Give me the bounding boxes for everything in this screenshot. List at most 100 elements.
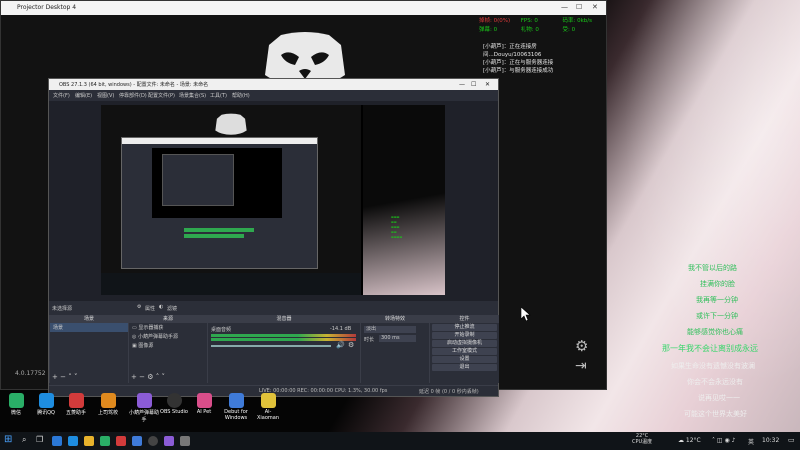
- speaker-icon[interactable]: 🔊: [336, 341, 345, 349]
- desktop-icon-wechat[interactable]: 微信: [4, 393, 28, 416]
- filter-icon[interactable]: ◐: [159, 304, 163, 310]
- transitions-dock-title: 转场特效: [361, 315, 429, 323]
- windows-start-icon[interactable]: ⊞: [4, 434, 12, 445]
- tray-icons[interactable]: ˄ ◫ ◉ ♪: [712, 437, 735, 444]
- filters-button[interactable]: 滤镜: [167, 305, 177, 312]
- task-view-icon[interactable]: ❐: [36, 435, 43, 444]
- properties-button[interactable]: 属性: [145, 305, 155, 312]
- duration-label: 时长: [364, 337, 375, 343]
- source-item[interactable]: ▭ 显示器捕获: [129, 323, 207, 332]
- exit-button[interactable]: 退出: [432, 364, 497, 371]
- exit-icon[interactable]: ⇥: [575, 358, 587, 374]
- remove-icon[interactable]: −: [139, 373, 145, 381]
- taskbar-app-icon[interactable]: [68, 436, 78, 446]
- desktop-icon-ai-pet[interactable]: AI Pet: [192, 393, 216, 415]
- cursor-icon: [521, 307, 531, 321]
- sources-dock: 来源 ▭ 显示器捕获 ◎ 小葫芦弹幕助手源 ▣ 图像源 + − ⚙ ˄ ˅: [128, 315, 207, 383]
- source-item[interactable]: ▣ 图像源: [129, 341, 207, 350]
- lyric-line: 或许下一分钟: [696, 312, 738, 320]
- minimize-icon[interactable]: —: [561, 3, 568, 11]
- menu-tools[interactable]: 工具(T): [210, 92, 227, 99]
- lyric-line: 如果生命没有遗憾没有波澜: [671, 362, 755, 370]
- down-icon[interactable]: ˅: [74, 373, 78, 381]
- transition-select[interactable]: 淡出: [364, 326, 416, 333]
- down-icon[interactable]: ˅: [161, 373, 165, 381]
- gear-icon[interactable]: ⚙: [147, 373, 153, 381]
- taskbar-app-icon[interactable]: [180, 436, 190, 446]
- desktop-icon-driving[interactable]: 上司驾校: [96, 393, 120, 416]
- gear-icon[interactable]: ⚙: [348, 341, 354, 349]
- taskbar-app-icon[interactable]: [132, 436, 142, 446]
- maximize-icon[interactable]: ☐: [576, 3, 582, 11]
- menu-edit[interactable]: 编辑(E): [75, 92, 92, 99]
- up-icon[interactable]: ˄: [68, 373, 72, 381]
- taskbar-obs-icon[interactable]: [148, 436, 158, 446]
- desktop-icon-wuling[interactable]: 五菱助手: [64, 393, 88, 416]
- taskbar-app-icon[interactable]: [100, 436, 110, 446]
- virtual-camera-button[interactable]: 启动虚拟摄像机: [432, 340, 497, 347]
- source-item[interactable]: ◎ 小葫芦弹幕助手源: [129, 332, 207, 341]
- lyric-line-current: 那一年我不会让离别成永远: [662, 344, 758, 353]
- taskbar-app-icon[interactable]: [52, 436, 62, 446]
- volume-meter: [211, 334, 356, 337]
- obs-titlebar[interactable]: OBS 27.1.3 (64 bit, windows) - 配置文件: 未命名…: [49, 79, 498, 90]
- stat-bitrate: 码率: 0kb/s: [562, 18, 593, 24]
- settings-button[interactable]: 设置: [432, 356, 497, 363]
- mixer-channel-label: 桌面音频: [211, 327, 232, 333]
- projector-title: Projector Desktop 4: [17, 4, 77, 11]
- remove-icon[interactable]: −: [60, 373, 66, 381]
- desktop-icon-huluxia[interactable]: 小葫芦弹幕助手: [128, 393, 160, 423]
- volume-slider[interactable]: [211, 345, 331, 347]
- maximize-icon[interactable]: ☐: [471, 81, 476, 88]
- clock[interactable]: 10:32: [762, 437, 779, 444]
- stat-other: 受: 0: [562, 27, 576, 33]
- obs-title: OBS 27.1.3 (64 bit, windows) - 配置文件: 未命名…: [59, 82, 209, 88]
- nested-wallpaper: [363, 105, 445, 295]
- chat-line: [小葫芦]：正在与服务器连接: [483, 60, 554, 66]
- taskbar-folder-icon[interactable]: [84, 436, 94, 446]
- minimize-icon[interactable]: —: [459, 81, 465, 88]
- up-icon[interactable]: ˄: [156, 373, 160, 381]
- projector-titlebar[interactable]: Projector Desktop 4 — ☐ ✕: [1, 1, 606, 15]
- stop-streaming-button[interactable]: 停止推流: [432, 324, 497, 331]
- gear-icon[interactable]: ⚙: [575, 337, 588, 355]
- nested-obs-window: [121, 137, 318, 269]
- add-icon[interactable]: +: [52, 373, 58, 381]
- lyric-line: 我不管以后的路: [688, 264, 737, 272]
- input-language[interactable]: 英: [748, 437, 754, 446]
- obs-preview[interactable]: ▬▬▬ ▬▬ ▬▬▬ ▬▬ ▬▬▬▬: [49, 101, 498, 301]
- scenes-dock-title: 场景: [50, 315, 128, 323]
- nested-bear-icon: [215, 113, 247, 135]
- menu-scene-collection[interactable]: 场景集合(S): [179, 92, 206, 99]
- desktop-icon-qq[interactable]: 腾讯QQ: [34, 393, 58, 416]
- source-toolbar: 未选择源 ⚙ 属性 ◐ 滤镜: [49, 301, 498, 315]
- search-icon[interactable]: ⌕: [22, 435, 26, 445]
- notification-icon[interactable]: ▭: [788, 436, 795, 444]
- weather-label: ☁ 12°C: [678, 437, 701, 444]
- add-icon[interactable]: +: [131, 373, 137, 381]
- menu-help[interactable]: 帮助(H): [232, 92, 250, 99]
- menu-docks[interactable]: 停靠部件(D): [119, 92, 147, 99]
- menu-profile[interactable]: 配置文件(P): [148, 92, 175, 99]
- gear-icon[interactable]: ⚙: [137, 304, 141, 310]
- scene-item[interactable]: 场景: [50, 323, 128, 332]
- desktop-icon-xiaoman[interactable]: Ai-Xiaoman: [254, 393, 282, 421]
- taskbar: ⊞ ⌕ ❐ 22°C CPU温度 ☁ 12°C ˄ ◫ ◉ ♪ 英 10:32 ▭: [0, 432, 800, 450]
- menu-file[interactable]: 文件(F): [53, 92, 70, 99]
- desktop-icon-debut[interactable]: Debut for Windows: [222, 393, 250, 421]
- sources-dock-title: 来源: [129, 315, 207, 323]
- desktop-icon-obs[interactable]: OBS Studio: [160, 393, 188, 415]
- close-icon[interactable]: ✕: [485, 81, 490, 88]
- taskbar-app-icon[interactable]: [164, 436, 174, 446]
- duration-input[interactable]: 300 ms: [379, 335, 416, 342]
- start-recording-button[interactable]: 开始录制: [432, 332, 497, 339]
- menu-view[interactable]: 视图(V): [97, 92, 114, 99]
- lyric-line: 说再见哎一一: [698, 394, 740, 402]
- preview-canvas: ▬▬▬ ▬▬ ▬▬▬ ▬▬ ▬▬▬▬: [101, 105, 445, 295]
- close-icon[interactable]: ✕: [592, 3, 598, 11]
- studio-mode-button[interactable]: 工作室模式: [432, 348, 497, 355]
- lyric-line: 能够感觉你也心痛: [687, 328, 743, 336]
- taskbar-app-icon[interactable]: [116, 436, 126, 446]
- scenes-dock: 场景 场景 + − ˄ ˅: [49, 315, 128, 383]
- lyric-line: 我再等一分钟: [696, 296, 738, 304]
